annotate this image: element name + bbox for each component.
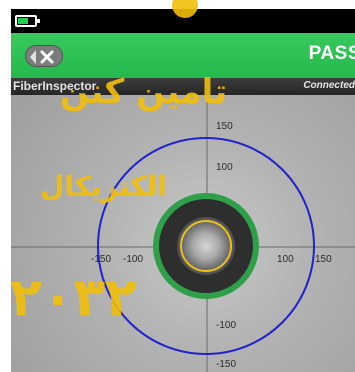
x-tick-label: 100 [277,254,294,265]
fiber-inspector-screen: PASS FiberInspector Connected -150 -100 … [11,9,355,372]
info-bar: FiberInspector Connected [11,78,355,95]
pass-result: PASS [308,43,355,64]
status-bar [11,9,355,33]
y-tick-label: 150 [216,121,233,132]
fiber-zones-diagram: -150 -100 100 150 150 100 -100 -150 [11,95,355,372]
fiber-end-face-view[interactable]: -150 -100 100 150 150 100 -100 -150 [11,95,355,372]
battery-icon [15,15,40,27]
battery-level [18,18,28,24]
fiber-core [177,217,235,275]
x-tick-label: -150 [91,254,111,265]
app-name: FiberInspector [13,79,97,93]
x-tick-label: -100 [123,254,143,265]
connection-status: Connected [303,80,355,91]
y-tick-label: -100 [216,320,236,331]
back-button[interactable] [25,45,63,67]
title-bar: PASS [11,33,355,78]
back-x-icon [30,50,54,64]
y-tick-label: -150 [216,359,236,370]
y-tick-label: 100 [216,162,233,173]
x-tick-label: 150 [315,254,332,265]
